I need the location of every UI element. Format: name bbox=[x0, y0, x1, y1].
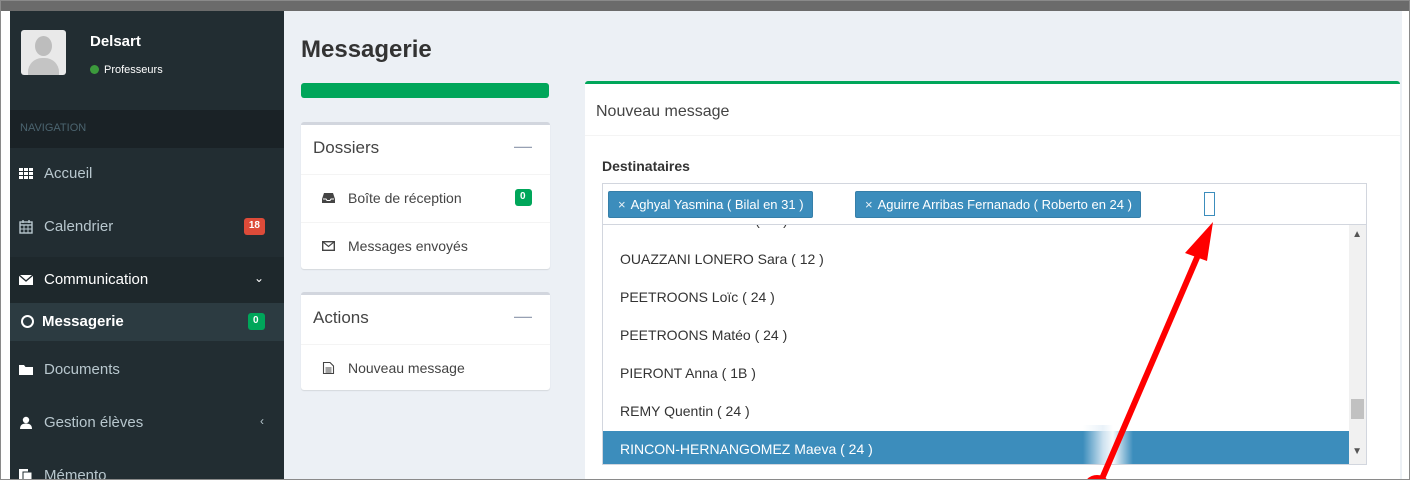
main-content: Messagerie Dossiers — Boîte de réception… bbox=[284, 11, 1402, 479]
sidebar-item-messagerie[interactable]: Messagerie 0 bbox=[10, 303, 284, 341]
user-panel: Delsart Professeurs bbox=[10, 11, 284, 101]
chevron-down-icon: ⌄ bbox=[253, 271, 264, 285]
recipient-dropdown: MENESTREY Michel ( 23 ) OUAZZANI LONERO … bbox=[602, 225, 1367, 465]
sidebar-item-label: Gestion élèves bbox=[44, 414, 144, 431]
action-label: Nouveau message bbox=[348, 360, 465, 376]
folder-sent[interactable]: Messages envoyés bbox=[301, 222, 550, 270]
file-text-icon bbox=[322, 362, 335, 374]
inbox-icon bbox=[322, 193, 335, 203]
dropdown-option[interactable]: MENESTREY Michel ( 23 ) bbox=[603, 225, 1351, 240]
folder-label: Boîte de réception bbox=[348, 190, 462, 206]
compose-header: Nouveau message bbox=[585, 84, 1400, 136]
dropdown-option[interactable]: OUAZZANI LONERO Sara ( 12 ) bbox=[603, 241, 1351, 279]
inbox-count-badge: 0 bbox=[515, 189, 532, 206]
nav-header: NAVIGATION bbox=[10, 110, 284, 148]
dropdown-option[interactable]: PEETROONS Loïc ( 24 ) bbox=[603, 279, 1351, 317]
blur-mark bbox=[1083, 425, 1133, 464]
scroll-up-icon[interactable]: ▲ bbox=[1352, 229, 1362, 240]
dropdown-option[interactable]: PEETROONS Matéo ( 24 ) bbox=[603, 317, 1351, 355]
remove-tag-icon[interactable]: × bbox=[865, 197, 873, 212]
user-role: Professeurs bbox=[90, 64, 163, 76]
folders-title: Dossiers bbox=[313, 138, 380, 157]
screenshot-frame: Delsart Professeurs NAVIGATION Accueil C… bbox=[0, 0, 1410, 480]
messagerie-count-badge: 0 bbox=[248, 313, 265, 330]
page-title: Messagerie bbox=[301, 36, 432, 63]
folders-box: Dossiers — Boîte de réception 0 Messages… bbox=[301, 122, 550, 269]
chevron-left-icon: ‹ bbox=[260, 414, 264, 428]
actions-box: Actions — Nouveau message bbox=[301, 292, 550, 390]
calendar-count-badge: 18 bbox=[243, 218, 265, 235]
circle-icon bbox=[21, 315, 34, 328]
folder-inbox[interactable]: Boîte de réception 0 bbox=[301, 174, 550, 222]
dropdown-option-selected[interactable]: RINCON-HERNANGOMEZ Maeva ( 24 ) bbox=[603, 431, 1351, 464]
recipient-search-input[interactable] bbox=[1204, 192, 1215, 216]
sidebar-item-label: Accueil bbox=[44, 165, 93, 182]
collapse-folders-button[interactable]: — bbox=[514, 136, 532, 157]
grid-icon bbox=[19, 168, 33, 179]
recipient-tag-label: Aguirre Arribas Fernanado ( Roberto en 2… bbox=[877, 197, 1132, 212]
folder-icon bbox=[19, 365, 33, 375]
user-icon bbox=[20, 416, 32, 429]
actions-title: Actions bbox=[313, 308, 369, 327]
compose-box: Nouveau message Destinataires × Aghyal Ya… bbox=[585, 81, 1400, 479]
sidebar-item-label: Mémento bbox=[44, 467, 107, 480]
sidebar-item-gestion-eleves[interactable]: Gestion élèves ‹ bbox=[10, 400, 284, 446]
calendar-icon bbox=[19, 220, 33, 234]
sidebar-item-calendrier[interactable]: Calendrier 18 bbox=[10, 204, 284, 250]
scroll-thumb[interactable] bbox=[1351, 399, 1364, 419]
user-role-label: Professeurs bbox=[104, 64, 163, 76]
action-new-message[interactable]: Nouveau message bbox=[301, 344, 550, 392]
progress-bar bbox=[301, 83, 549, 98]
sidebar-item-accueil[interactable]: Accueil bbox=[10, 151, 284, 197]
sidebar: Delsart Professeurs NAVIGATION Accueil C… bbox=[10, 11, 284, 480]
envelope-icon bbox=[19, 274, 33, 285]
folder-label: Messages envoyés bbox=[348, 238, 468, 254]
envelope-outline-icon bbox=[322, 241, 335, 252]
sidebar-item-label: Documents bbox=[44, 361, 120, 378]
sidebar-item-documents[interactable]: Documents bbox=[10, 347, 284, 393]
sidebar-item-label: Calendrier bbox=[44, 218, 114, 235]
dropdown-option[interactable]: REMY Quentin ( 24 ) bbox=[603, 393, 1351, 431]
sidebar-item-label: Communication bbox=[44, 271, 149, 288]
dropdown-scrollbar[interactable]: ▲ ▼ bbox=[1349, 225, 1366, 464]
dropdown-option[interactable]: PIERONT Anna ( 1B ) bbox=[603, 355, 1351, 393]
online-status-icon bbox=[90, 65, 99, 74]
copy-icon bbox=[19, 469, 33, 479]
sidebar-item-memento[interactable]: Mémento bbox=[10, 453, 284, 480]
top-strip bbox=[1, 1, 1409, 11]
recipient-tag: × Aghyal Yasmina ( Bilal en 31 ) bbox=[608, 191, 813, 218]
collapse-actions-button[interactable]: — bbox=[514, 306, 532, 327]
user-name: Delsart bbox=[90, 33, 141, 50]
compose-title: Nouveau message bbox=[596, 103, 730, 120]
recipients-input[interactable]: × Aghyal Yasmina ( Bilal en 31 ) × Aguirre… bbox=[602, 183, 1367, 225]
sidebar-item-label: Messagerie bbox=[42, 313, 124, 330]
recipient-tag: × Aguirre Arribas Fernanado ( Roberto en … bbox=[855, 191, 1141, 218]
remove-tag-icon[interactable]: × bbox=[618, 197, 626, 212]
recipients-label: Destinataires bbox=[602, 158, 690, 174]
recipient-tag-label: Aghyal Yasmina ( Bilal en 31 ) bbox=[630, 197, 804, 212]
scroll-down-icon[interactable]: ▼ bbox=[1352, 446, 1362, 457]
avatar bbox=[21, 30, 66, 75]
sidebar-item-communication[interactable]: Communication ⌄ bbox=[10, 257, 284, 303]
